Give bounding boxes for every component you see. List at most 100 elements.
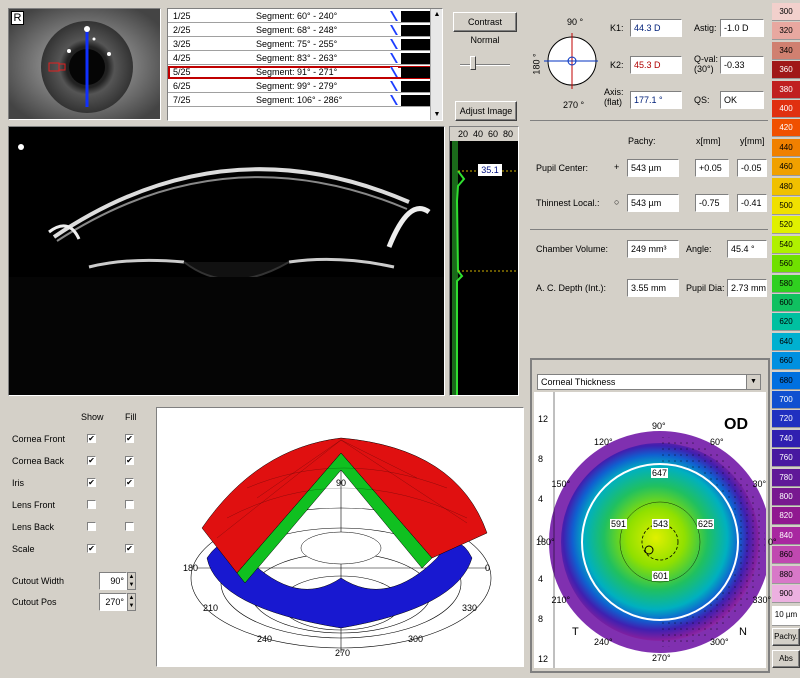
scale-value: 760 — [772, 449, 800, 468]
chamber-volume-value: 249 mm³ — [627, 240, 679, 258]
cutout-pos-spinner[interactable]: ▲ ▼ — [127, 593, 136, 611]
map-degree-label: 60° — [710, 436, 724, 447]
layer-label: Iris — [12, 478, 24, 488]
astig-value: -1.0 D — [720, 19, 764, 37]
eye-camera-view: R — [8, 8, 161, 120]
layer-show-checkbox[interactable] — [87, 500, 96, 509]
scroll-down-icon[interactable]: ▼ — [431, 109, 443, 120]
axis-compass — [544, 33, 598, 89]
segment-row[interactable]: 1/25 Segment: 60° - 240° — [168, 10, 442, 23]
scale-value: 380 — [772, 80, 800, 99]
qs-value: OK — [720, 91, 764, 109]
densitometry-graph — [452, 141, 518, 395]
map-value-left: 591 — [610, 519, 628, 529]
layer-fill-checkbox[interactable] — [125, 522, 134, 531]
layer-show-checkbox[interactable]: ✔ — [87, 478, 96, 487]
cutout-width-spinner[interactable]: ▲ ▼ — [127, 572, 136, 590]
segment-number: 6/25 — [173, 81, 191, 91]
scale-value: 660 — [772, 352, 800, 371]
layer-show-checkbox[interactable]: ✔ — [87, 456, 96, 465]
scale-value: 420 — [772, 119, 800, 138]
segment-scrollbar[interactable]: ▲ ▼ — [430, 9, 442, 120]
scroll-up-icon[interactable]: ▲ — [431, 9, 443, 20]
map-y-tick: 4 — [538, 494, 544, 504]
segment-row[interactable]: 2/25 Segment: 68° - 248° — [168, 24, 442, 37]
scale-value: 620 — [772, 313, 800, 332]
scale-value: 900 — [772, 585, 800, 603]
segment-row[interactable]: 7/25 Segment: 106° - 286° — [168, 94, 442, 107]
scale-value: 480 — [772, 177, 800, 196]
segment-row[interactable]: 5/25 Segment: 91° - 271° — [168, 66, 442, 79]
scale-value: 780 — [772, 468, 800, 487]
densito-tick-label: 20 — [458, 129, 469, 139]
segment-number: 4/25 — [173, 53, 191, 63]
qval-label: Q-val: (30°) — [694, 54, 719, 74]
layer-fill-checkbox[interactable]: ✔ — [125, 456, 134, 465]
scale-value: 460 — [772, 158, 800, 177]
segment-row[interactable]: 4/25 Segment: 83° - 263° — [168, 52, 442, 65]
qval-value: -0.33 — [720, 56, 764, 74]
acd-value: 3.55 mm — [627, 279, 679, 297]
3d-model-view[interactable]: 90 180 0 210 330 240 300 270 — [156, 407, 524, 667]
contrast-normal-button[interactable]: Contrast Normal — [453, 12, 517, 45]
layer-show-checkbox[interactable]: ✔ — [87, 544, 96, 553]
segment-number: 3/25 — [173, 39, 191, 49]
densito-tick-label: 80 — [503, 129, 514, 139]
layer-show-checkbox[interactable] — [87, 522, 96, 531]
adjust-image-button[interactable]: Adjust Image — [455, 101, 517, 121]
layer-show-checkbox[interactable]: ✔ — [87, 434, 96, 443]
layer-fill-checkbox[interactable] — [125, 500, 134, 509]
model-label-210: 210 — [203, 603, 219, 613]
show-header: Show — [81, 412, 104, 422]
layer-label: Lens Back — [12, 522, 55, 532]
layer-fill-checkbox[interactable]: ✔ — [125, 478, 134, 487]
segment-list[interactable]: 1/25 Segment: 60° - 240° 2/25 Segment: 6… — [167, 8, 443, 121]
segment-status-icon — [390, 81, 398, 91]
pupil-center-symbol: + — [614, 162, 620, 172]
chamber-panel: Chamber Volume: 249 mm³ Angle: 45.4 ° A.… — [530, 231, 768, 351]
scale-value: 680 — [772, 371, 800, 390]
model-label-330: 330 — [462, 603, 478, 613]
slider-thumb[interactable] — [470, 56, 476, 70]
scale-value: 580 — [772, 274, 800, 293]
model-label-90: 90 — [336, 478, 347, 488]
scale-value: 640 — [772, 332, 800, 351]
map-degree-label: 150° — [551, 479, 571, 489]
segment-row[interactable]: 3/25 Segment: 75° - 255° — [168, 38, 442, 51]
od-label: OD — [724, 416, 748, 433]
map-degree-label: 0° — [768, 537, 777, 547]
map-type-value: Corneal Thickness — [541, 377, 616, 387]
thinnest-y: -0.41 — [737, 194, 767, 212]
scale-value: 340 — [772, 41, 800, 60]
segment-number: 1/25 — [173, 11, 191, 21]
segment-status-icon — [390, 11, 398, 21]
segment-range: Segment: 91° - 271° — [256, 67, 338, 77]
layer-fill-checkbox[interactable]: ✔ — [125, 544, 134, 553]
brightness-slider[interactable] — [460, 52, 510, 72]
k1-label: K1: — [610, 23, 624, 33]
scale-value: 320 — [772, 22, 800, 41]
cutout-width-input[interactable]: 90° — [99, 572, 127, 590]
k2-label: K2: — [610, 60, 624, 70]
model-label-240: 240 — [257, 634, 273, 644]
densito-tick-label: 60 — [488, 129, 499, 139]
segment-status-icon — [390, 95, 398, 105]
segment-number: 7/25 — [173, 95, 191, 105]
3d-anterior-chamber[interactable] — [157, 408, 524, 667]
layer-fill-checkbox[interactable]: ✔ — [125, 434, 134, 443]
scale-value: 720 — [772, 410, 800, 429]
cutout-pos-input[interactable]: 270° — [99, 593, 127, 611]
y-col-header: y[mm] — [740, 136, 765, 146]
map-value-center: 543 — [652, 519, 670, 529]
abs-scale-button[interactable]: Abs — [772, 650, 800, 668]
map-degree-label: 120° — [594, 436, 613, 447]
dropdown-arrow-icon[interactable]: ▼ — [746, 375, 760, 389]
map-type-dropdown[interactable]: Corneal Thickness ▼ — [537, 374, 761, 390]
map-y-tick: 12 — [538, 414, 549, 424]
pupil-center-x: +0.05 — [695, 159, 729, 177]
pachy-scale-button[interactable]: Pachy. — [772, 628, 800, 646]
segment-row[interactable]: 6/25 Segment: 99° - 279° — [168, 80, 442, 93]
astig-label: Astig: — [694, 23, 717, 33]
scale-unit: 10 µm — [772, 606, 800, 626]
scheimpflug-image — [8, 126, 445, 396]
